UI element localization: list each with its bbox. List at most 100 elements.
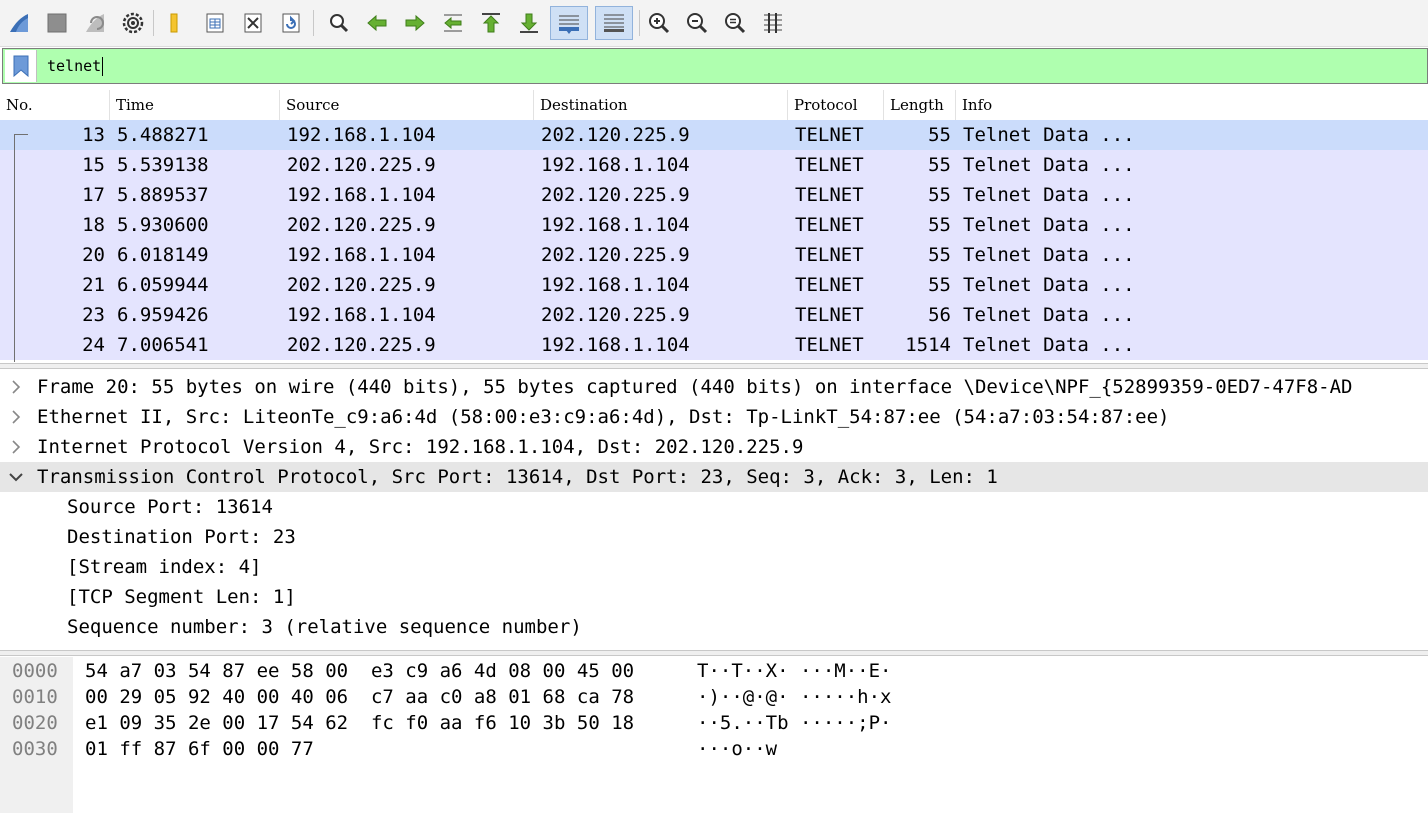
packet-details-tree: Frame 20: 55 bytes on wire (440 bits), 5…	[0, 372, 1428, 648]
cell-time: 6.059944	[117, 274, 209, 296]
byte-offset[interactable]: 0020	[12, 710, 58, 736]
hex-bytes[interactable]: e1 09 35 2e 00 17 54 62 fc f0 aa f6 10 3…	[85, 710, 634, 736]
tree-subitem[interactable]: Source Port: 13614	[0, 492, 1428, 522]
restart-capture-button[interactable]	[79, 6, 111, 40]
cell-time: 7.006541	[117, 334, 209, 356]
cell-destination: 202.120.225.9	[541, 304, 690, 326]
tree-subitem[interactable]: Sequence number: 3 (relative sequence nu…	[0, 612, 1428, 642]
packet-list-header: No. Time Source Destination Protocol Len…	[0, 90, 1428, 121]
tree-subitem[interactable]: Destination Port: 23	[0, 522, 1428, 552]
cell-protocol: TELNET	[795, 274, 864, 296]
cell-source: 192.168.1.104	[287, 244, 436, 266]
tree-subitem[interactable]: [TCP Segment Len: 1]	[0, 582, 1428, 612]
zoom-in-button[interactable]	[643, 6, 675, 40]
cell-info: Telnet Data ...	[963, 124, 1135, 146]
byte-offset[interactable]: 0000	[12, 658, 58, 684]
tree-item-text: Internet Protocol Version 4, Src: 192.16…	[37, 436, 804, 458]
packet-row[interactable]: 15 5.539138 202.120.225.9 192.168.1.104 TELN…	[0, 150, 1428, 180]
cell-protocol: TELNET	[795, 154, 864, 176]
go-back-button[interactable]	[361, 6, 393, 40]
byte-offset[interactable]: 0010	[12, 684, 58, 710]
cell-time: 5.930600	[117, 214, 209, 236]
shark-fin-start-icon	[7, 11, 31, 35]
hex-bytes[interactable]: 01 ff 87 6f 00 00 77	[85, 736, 314, 762]
display-filter-input[interactable]	[41, 51, 1401, 81]
reload-file-icon	[279, 11, 303, 35]
close-file-button[interactable]	[237, 6, 269, 40]
pane-splitter[interactable]	[0, 650, 1428, 656]
display-filter-bar	[2, 48, 1428, 84]
filter-bookmark-button[interactable]	[5, 50, 37, 82]
tree-subitem[interactable]: [Stream index: 4]	[0, 552, 1428, 582]
column-header-no[interactable]: No.	[0, 90, 110, 120]
reload-file-button[interactable]	[275, 6, 307, 40]
packet-row[interactable]: 20 6.018149 192.168.1.104 202.120.225.9 TELN…	[0, 240, 1428, 270]
tree-item[interactable]: Transmission Control Protocol, Src Port:…	[0, 462, 1428, 492]
ascii-bytes[interactable]: ···o··w	[697, 736, 777, 762]
go-to-packet-button[interactable]	[437, 6, 469, 40]
cell-source: 192.168.1.104	[287, 124, 436, 146]
cell-no: 23	[82, 304, 105, 326]
resize-columns-button[interactable]	[757, 6, 789, 40]
open-folder-icon	[165, 11, 189, 35]
bookmark-icon	[13, 55, 29, 81]
ascii-bytes[interactable]: ··5.··Tb ·····;P·	[697, 710, 891, 736]
cell-protocol: TELNET	[795, 214, 864, 236]
packet-row[interactable]: 24 7.006541 202.120.225.9 192.168.1.104 TELN…	[0, 330, 1428, 360]
cell-protocol: TELNET	[795, 244, 864, 266]
go-to-packet-icon	[441, 11, 465, 35]
go-last-packet-button[interactable]	[513, 6, 545, 40]
column-header-protocol[interactable]: Protocol	[788, 90, 884, 120]
packet-list: No. Time Source Destination Protocol Len…	[0, 90, 1428, 362]
column-header-length[interactable]: Length	[884, 90, 956, 120]
tree-item[interactable]: Ethernet II, Src: LiteonTe_c9:a6:4d (58:…	[0, 402, 1428, 432]
packet-row[interactable]: 13 5.488271 192.168.1.104 202.120.225.9 TELN…	[0, 120, 1428, 150]
capture-options-button[interactable]	[117, 6, 149, 40]
ascii-bytes[interactable]: T··T··X· ···M··E·	[697, 658, 891, 684]
go-first-packet-button[interactable]	[475, 6, 507, 40]
pane-splitter[interactable]	[0, 363, 1428, 369]
packet-row[interactable]: 21 6.059944 202.120.225.9 192.168.1.104 TELN…	[0, 270, 1428, 300]
cell-length: 56	[928, 304, 951, 326]
hex-bytes[interactable]: 54 a7 03 54 87 ee 58 00 e3 c9 a6 4d 08 0…	[85, 658, 634, 684]
cell-info: Telnet Data ...	[963, 274, 1135, 296]
column-header-info[interactable]: Info	[956, 90, 1428, 120]
chevron-down-icon[interactable]	[6, 462, 26, 492]
cell-source: 202.120.225.9	[287, 214, 436, 236]
hex-bytes[interactable]: 00 29 05 92 40 00 40 06 c7 aa c0 a8 01 6…	[85, 684, 634, 710]
save-file-button[interactable]	[199, 6, 231, 40]
byte-offset[interactable]: 0030	[12, 736, 58, 762]
packet-row[interactable]: 23 6.959426 192.168.1.104 202.120.225.9 TELN…	[0, 300, 1428, 330]
start-capture-button[interactable]	[3, 6, 35, 40]
column-header-time[interactable]: Time	[110, 90, 280, 120]
column-header-destination[interactable]: Destination	[534, 90, 788, 120]
ascii-bytes[interactable]: ·)··@·@· ·····h·x	[697, 684, 891, 710]
chevron-right-icon[interactable]	[6, 402, 26, 432]
chevron-right-icon[interactable]	[6, 372, 26, 402]
cell-info: Telnet Data ...	[963, 334, 1135, 356]
colorize-button[interactable]	[595, 6, 633, 40]
packet-row[interactable]: 18 5.930600 202.120.225.9 192.168.1.104 TELN…	[0, 210, 1428, 240]
auto-scroll-button[interactable]	[550, 6, 588, 40]
stop-capture-button[interactable]	[41, 6, 73, 40]
cell-destination: 202.120.225.9	[541, 184, 690, 206]
go-last-packet-icon	[517, 11, 541, 35]
cell-length: 55	[928, 214, 951, 236]
cell-time: 5.889537	[117, 184, 209, 206]
open-file-button[interactable]	[161, 6, 193, 40]
chevron-right-icon[interactable]	[6, 432, 26, 462]
cell-time: 6.959426	[117, 304, 209, 326]
packet-row[interactable]: 17 5.889537 192.168.1.104 202.120.225.9 TELN…	[0, 180, 1428, 210]
tree-item[interactable]: Internet Protocol Version 4, Src: 192.16…	[0, 432, 1428, 462]
go-first-packet-icon	[479, 11, 503, 35]
find-packet-button[interactable]	[323, 6, 355, 40]
zoom-out-icon	[685, 11, 709, 35]
cell-length: 55	[928, 244, 951, 266]
go-forward-button[interactable]	[399, 6, 431, 40]
main-toolbar	[0, 0, 1428, 47]
zoom-out-button[interactable]	[681, 6, 713, 40]
normal-size-button[interactable]	[719, 6, 751, 40]
related-packets-line	[14, 134, 15, 362]
column-header-source[interactable]: Source	[280, 90, 534, 120]
tree-item[interactable]: Frame 20: 55 bytes on wire (440 bits), 5…	[0, 372, 1428, 402]
